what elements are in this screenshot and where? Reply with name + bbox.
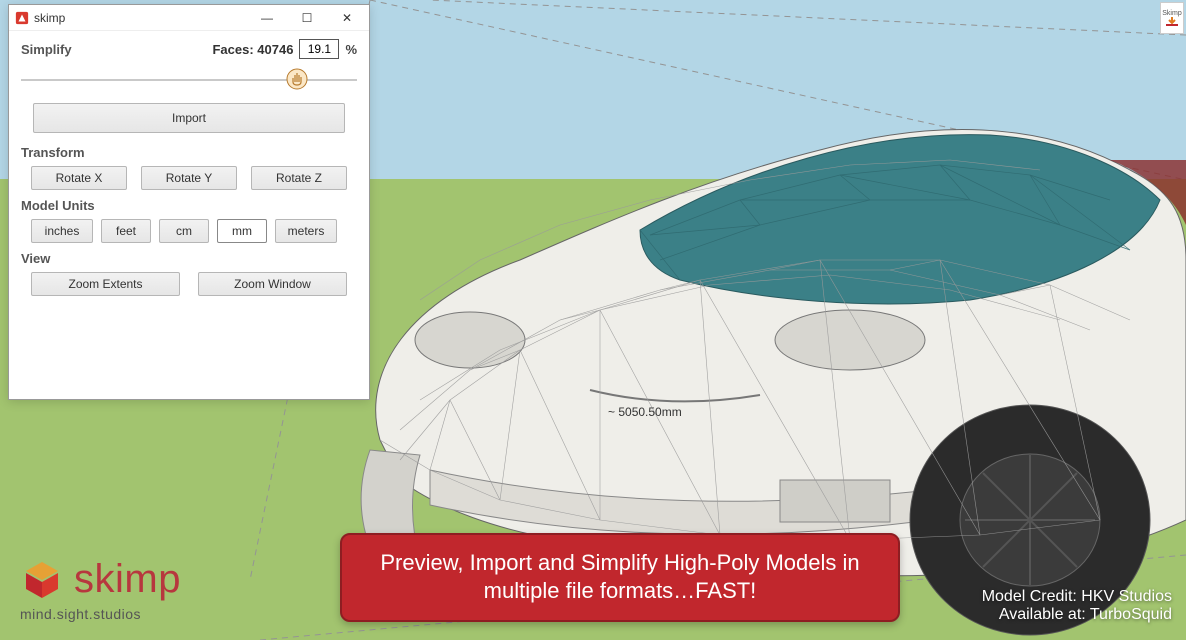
units-mm-button[interactable]: mm (217, 219, 267, 243)
percent-sign: % (345, 42, 357, 57)
window-title: skimp (34, 11, 65, 25)
dimension-label: ~ 5050.50mm (608, 405, 682, 419)
promo-text: Preview, Import and Simplify High-Poly M… (380, 550, 859, 604)
units-inches-button[interactable]: inches (31, 219, 93, 243)
download-icon (1165, 17, 1179, 27)
credit-line-1: Model Credit: HKV Studios (982, 588, 1172, 606)
rotate-x-button[interactable]: Rotate X (31, 166, 127, 190)
brand-name: skimp (74, 557, 181, 602)
simplify-label: Simplify (21, 42, 72, 57)
import-button[interactable]: Import (33, 103, 345, 133)
brand-block: skimp mind.sight.studios (20, 557, 181, 622)
units-meters-button[interactable]: meters (275, 219, 337, 243)
close-button[interactable]: ✕ (327, 6, 367, 30)
model-units-label: Model Units (9, 190, 369, 213)
credit-block: Model Credit: HKV Studios Available at: … (982, 588, 1172, 624)
titlebar[interactable]: skimp — ☐ ✕ (9, 5, 369, 31)
rotate-y-button[interactable]: Rotate Y (141, 166, 237, 190)
app-icon (15, 11, 29, 25)
zoom-window-button[interactable]: Zoom Window (198, 272, 347, 296)
units-cm-button[interactable]: cm (159, 219, 209, 243)
brand-tagline: mind.sight.studios (20, 606, 181, 622)
view-section-label: View (9, 243, 369, 266)
faces-value: 40746 (257, 42, 293, 57)
maximize-button[interactable]: ☐ (287, 6, 327, 30)
credit-line-2: Available at: TurboSquid (982, 606, 1172, 624)
units-feet-button[interactable]: feet (101, 219, 151, 243)
skimp-mini-badge: Skimp (1160, 2, 1184, 34)
zoom-extents-button[interactable]: Zoom Extents (31, 272, 180, 296)
simplify-slider[interactable] (9, 69, 369, 95)
minimize-button[interactable]: — (247, 6, 287, 30)
skimp-logo-icon (20, 558, 64, 602)
transform-section-label: Transform (9, 137, 369, 160)
promo-banner: Preview, Import and Simplify High-Poly M… (340, 533, 900, 622)
badge-label: Skimp (1162, 10, 1181, 17)
percent-input[interactable] (299, 39, 339, 59)
rotate-z-button[interactable]: Rotate Z (251, 166, 347, 190)
skimp-panel: skimp — ☐ ✕ Simplify Faces: 40746 % Impo… (8, 4, 370, 400)
faces-label: Faces: (212, 42, 253, 57)
